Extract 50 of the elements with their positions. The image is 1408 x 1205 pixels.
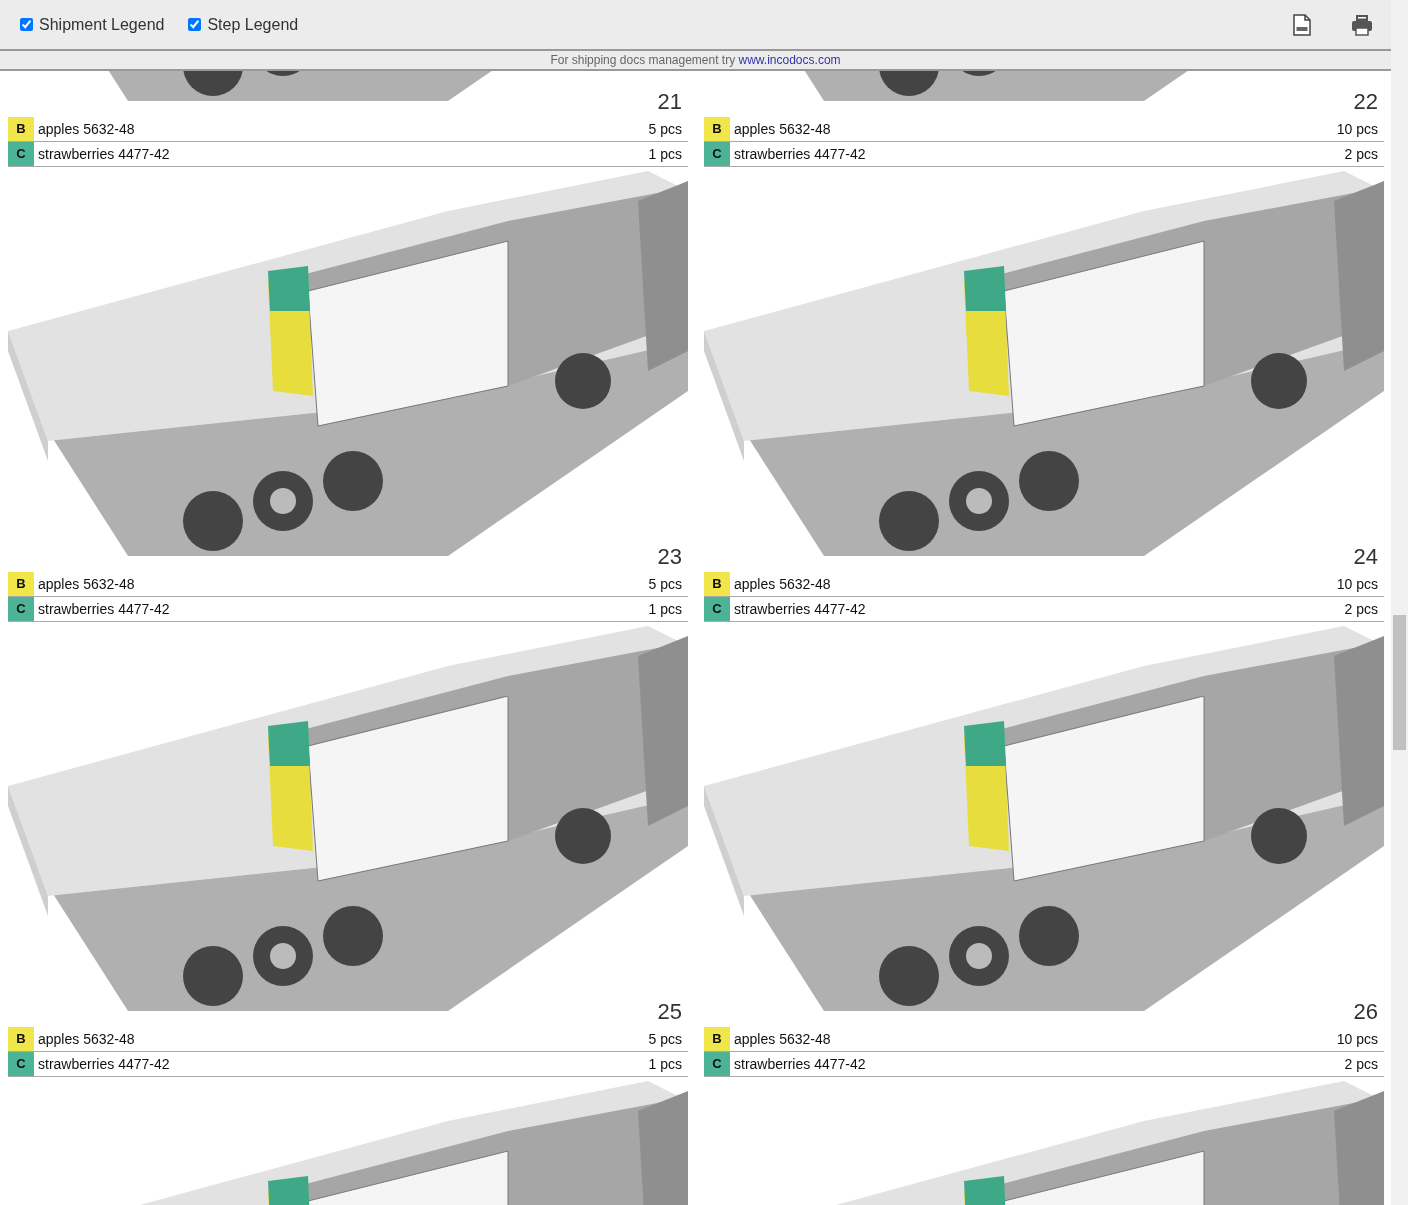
print-icon[interactable] [1351, 13, 1373, 36]
pdf-file-icon[interactable] [1293, 13, 1311, 36]
product-code: C [8, 597, 34, 621]
product-name: strawberries 4477-42 [734, 601, 867, 617]
product-name: apples 5632-48 [38, 121, 136, 137]
quantity: 10 pcs [1336, 1031, 1379, 1047]
step-number: 24 [1352, 543, 1379, 571]
quantity: 1 pcs [648, 146, 683, 162]
legend-checkbox[interactable] [188, 18, 202, 31]
product-code: B [704, 1027, 730, 1051]
step-number: 25 [656, 998, 683, 1026]
product-name: apples 5632-48 [734, 1031, 832, 1047]
product-name: strawberries 4477-42 [734, 146, 867, 162]
step-number: 26 [1352, 998, 1379, 1026]
product-name: strawberries 4477-42 [38, 601, 171, 617]
product-name: apples 5632-48 [734, 121, 832, 137]
product-name: apples 5632-48 [38, 1031, 136, 1047]
step-number: 21 [656, 88, 683, 116]
step-number: 22 [1352, 88, 1379, 116]
product-code: C [8, 142, 34, 166]
product-code: B [8, 572, 34, 596]
quantity: 10 pcs [1336, 121, 1379, 137]
quantity: 2 pcs [1344, 1056, 1379, 1072]
product-code: C [8, 1052, 34, 1076]
step-number: 23 [656, 543, 683, 571]
quantity: 5 pcs [648, 121, 683, 137]
product-code: B [8, 117, 34, 141]
product-name: apples 5632-48 [734, 576, 832, 592]
quantity: 5 pcs [648, 1031, 683, 1047]
quantity: 1 pcs [648, 601, 683, 617]
legend-checkbox[interactable] [20, 18, 33, 31]
product-name: strawberries 4477-42 [734, 1056, 867, 1072]
product-name: strawberries 4477-42 [38, 1056, 171, 1072]
product-name: strawberries 4477-42 [38, 146, 171, 162]
incodocs-link[interactable]: www.incodocs.com [738, 53, 841, 67]
quantity: 5 pcs [648, 576, 683, 592]
product-code: C [704, 1052, 730, 1076]
product-code: B [8, 1027, 34, 1051]
product-name: apples 5632-48 [38, 576, 136, 592]
promo-text: For shipping docs management try www.incodocs.com [550, 53, 841, 67]
product-code: B [704, 117, 730, 141]
quantity: 10 pcs [1336, 576, 1379, 592]
quantity: 2 pcs [1344, 601, 1379, 617]
checkbox-label[interactable]: Shipment Legend [39, 15, 165, 34]
product-code: C [704, 142, 730, 166]
quantity: 2 pcs [1344, 146, 1379, 162]
product-code: B [704, 572, 730, 596]
product-code: C [704, 597, 730, 621]
checkbox-label[interactable]: Step Legend [207, 15, 299, 34]
quantity: 1 pcs [648, 1056, 683, 1072]
